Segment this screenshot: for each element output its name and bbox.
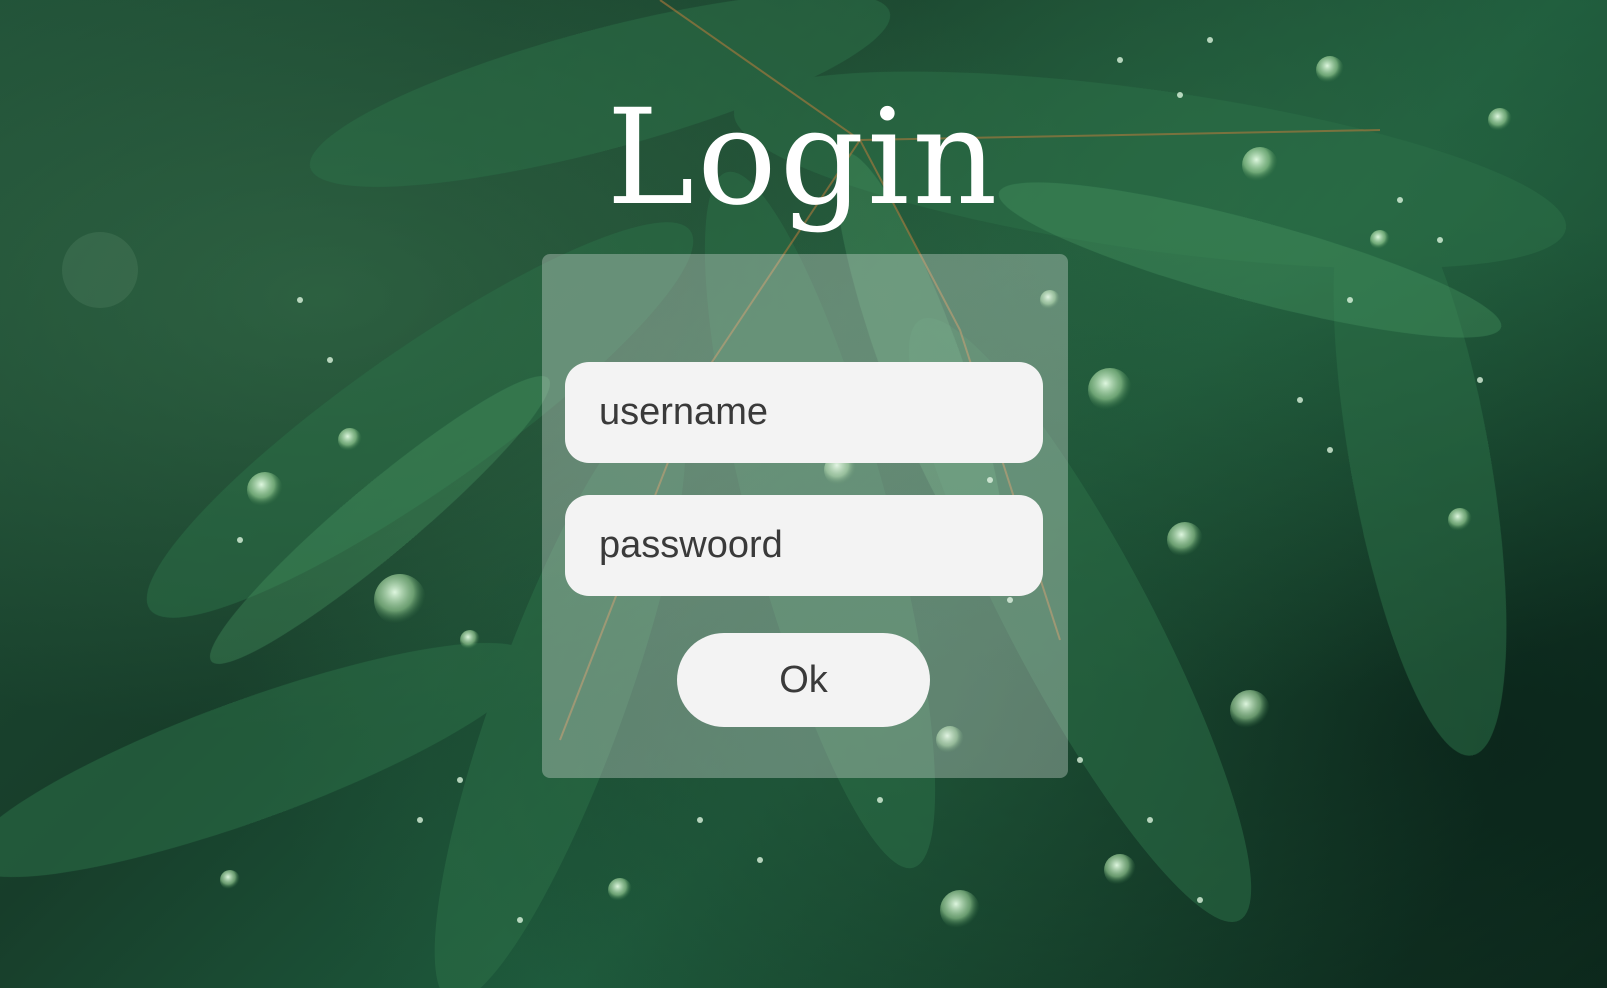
ok-button[interactable]: Ok <box>677 633 930 727</box>
password-field[interactable]: passwoord <box>565 495 1043 596</box>
username-placeholder: username <box>599 391 768 433</box>
page-title: Login <box>606 81 1001 235</box>
password-placeholder: passwoord <box>599 524 783 566</box>
username-field[interactable]: username <box>565 362 1043 463</box>
ok-button-label: Ok <box>779 658 828 701</box>
